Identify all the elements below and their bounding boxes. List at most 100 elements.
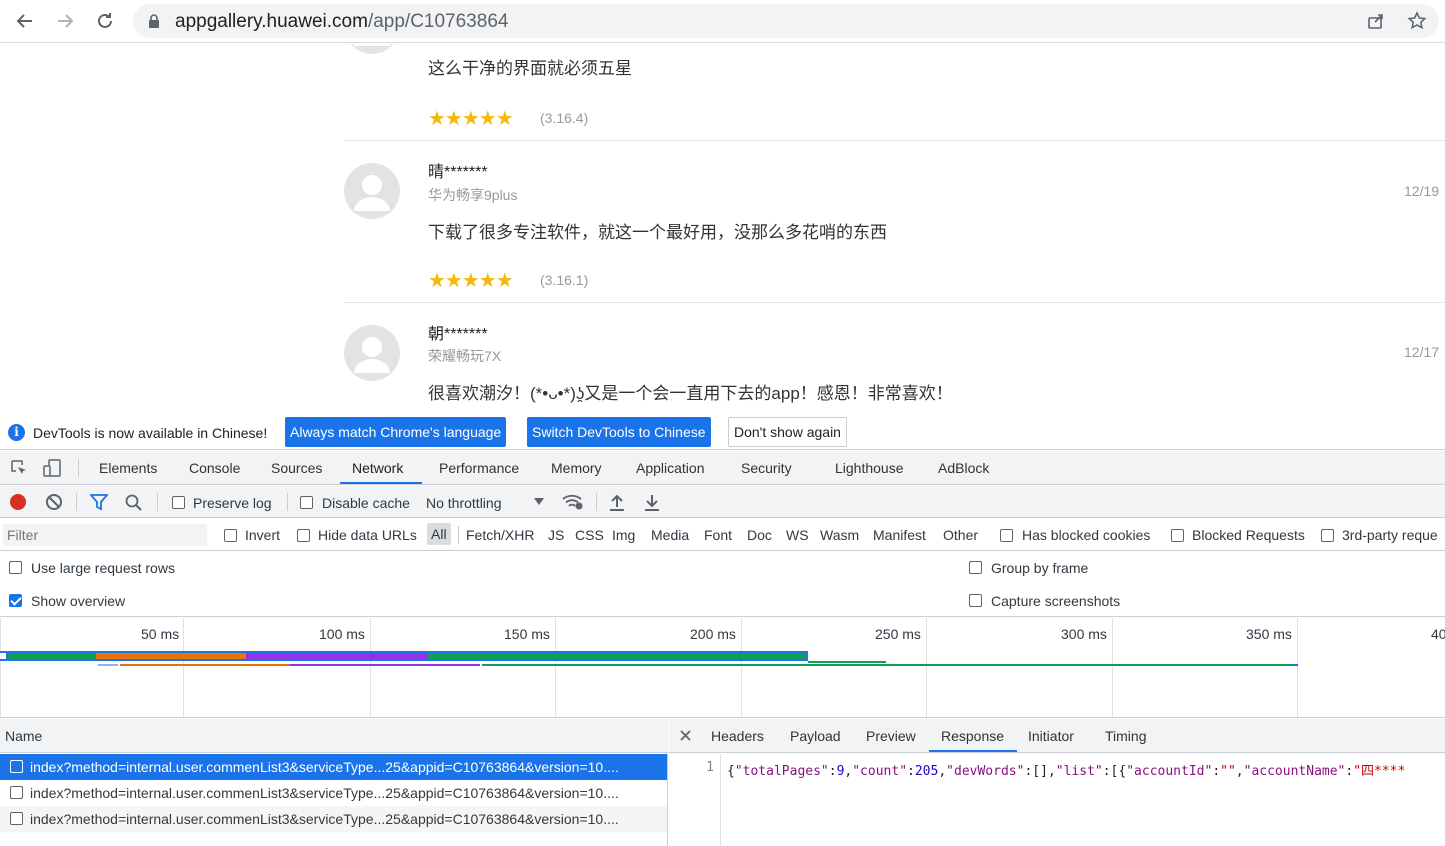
tab-security[interactable]: Security: [741, 460, 792, 476]
large-rows-label: Use large request rows: [31, 560, 175, 576]
group-by-frame-checkbox[interactable]: [969, 561, 982, 574]
reviewer-device: 荣耀畅玩7X: [428, 348, 502, 364]
avatar: [344, 325, 400, 381]
network-settings-pane: Use large request rows Show overview Gro…: [0, 552, 1445, 617]
gridline: [1112, 618, 1113, 717]
filter-icon[interactable]: [90, 494, 108, 511]
tab-sources[interactable]: Sources: [271, 460, 322, 476]
avatar: [344, 163, 400, 219]
active-tab-indicator: [929, 750, 1017, 752]
tab-memory[interactable]: Memory: [551, 460, 602, 476]
filter-type-other[interactable]: Other: [943, 527, 978, 543]
tab-lighthouse[interactable]: Lighthouse: [835, 460, 904, 476]
divider: [344, 140, 1445, 141]
dont-show-again-button[interactable]: Don't show again: [728, 417, 847, 447]
third-party-requests-checkbox[interactable]: [1321, 529, 1334, 542]
detail-tab-timing[interactable]: Timing: [1105, 728, 1147, 744]
invert-checkbox[interactable]: [224, 529, 237, 542]
detail-tab-preview[interactable]: Preview: [866, 728, 916, 744]
back-button[interactable]: [12, 8, 38, 34]
search-icon[interactable]: [125, 494, 143, 512]
review-date: 12/17: [1404, 344, 1440, 360]
app-version: (3.16.4): [540, 110, 589, 126]
forward-button[interactable]: [52, 8, 78, 34]
filter-type-font[interactable]: Font: [704, 527, 732, 543]
filter-type-js[interactable]: JS: [548, 527, 564, 543]
disable-cache-checkbox[interactable]: [300, 496, 313, 509]
large-rows-checkbox[interactable]: [9, 561, 22, 574]
switch-to-chinese-button[interactable]: Switch DevTools to Chinese: [527, 417, 711, 447]
review-item: 这么干净的界面就必须五星 ★★★★★ (3.16.4): [344, 44, 1445, 130]
request-row[interactable]: index?method=internal.user.commenList3&s…: [0, 806, 667, 832]
detail-tab-initiator[interactable]: Initiator: [1028, 728, 1074, 744]
waterfall-bar: [96, 653, 246, 659]
tick-label: 200 ms: [690, 626, 736, 642]
request-name: index?method=internal.user.commenList3&s…: [30, 759, 619, 775]
blocked-requests-checkbox[interactable]: [1171, 529, 1184, 542]
tab-performance[interactable]: Performance: [439, 460, 519, 476]
always-match-language-button[interactable]: Always match Chrome's language: [285, 417, 507, 447]
filter-type-fetch-xhr[interactable]: Fetch/XHR: [466, 527, 534, 543]
request-row[interactable]: index?method=internal.user.commenList3&s…: [0, 754, 667, 780]
filter-type-css[interactable]: CSS: [575, 527, 604, 543]
tab-adblock[interactable]: AdBlock: [938, 460, 989, 476]
inspect-element-icon[interactable]: [10, 459, 28, 477]
gridline: [0, 618, 1, 717]
has-blocked-cookies-checkbox[interactable]: [1000, 529, 1013, 542]
review-date: 12/19: [1404, 183, 1440, 199]
tab-application[interactable]: Application: [636, 460, 705, 476]
separator: [157, 493, 158, 511]
name-column-header[interactable]: Name: [5, 728, 42, 744]
separator: [596, 493, 597, 511]
address-bar[interactable]: appgallery.huawei.com/app/C10763864: [133, 4, 1439, 38]
filter-type-ws[interactable]: WS: [786, 527, 809, 543]
request-row[interactable]: index?method=internal.user.commenList3&s…: [0, 780, 667, 806]
filter-type-wasm[interactable]: Wasm: [820, 527, 859, 543]
detail-tab-response[interactable]: Response: [941, 728, 1004, 744]
url-text: appgallery.huawei.com/app/C10763864: [175, 11, 509, 32]
record-icon[interactable]: [9, 493, 27, 511]
throttling-select[interactable]: No throttling: [426, 495, 501, 511]
filter-type-img[interactable]: Img: [612, 527, 635, 543]
hide-data-urls-checkbox[interactable]: [297, 529, 310, 542]
response-body[interactable]: 1 {"totalPages":9,"count":205,"devWords"…: [669, 754, 1445, 846]
dropdown-arrow-icon: [534, 498, 544, 505]
reload-button[interactable]: [92, 8, 118, 34]
review-item: 朝******* 荣耀畅玩7X 12/17 很喜欢潮汐！(*•ᴗ•*)ʖ̯又是一…: [344, 312, 1445, 416]
preserve-log-checkbox[interactable]: [172, 496, 185, 509]
back-arrow-icon: [16, 14, 32, 28]
detail-tab-payload[interactable]: Payload: [790, 728, 841, 744]
third-party-requests-label: 3rd-party reque: [1342, 527, 1438, 543]
filter-type-doc[interactable]: Doc: [747, 527, 772, 543]
tab-network[interactable]: Network: [352, 460, 403, 476]
filter-type-manifest[interactable]: Manifest: [873, 527, 926, 543]
clear-icon[interactable]: [45, 493, 63, 511]
share-icon[interactable]: [1367, 12, 1385, 30]
separator: [287, 493, 288, 511]
show-overview-checkbox[interactable]: [9, 594, 22, 607]
devtools-panel: i DevTools is now available in Chinese! …: [0, 416, 1445, 846]
tick-label: 40: [1431, 626, 1445, 642]
filter-input[interactable]: [3, 524, 207, 546]
network-overview-timeline[interactable]: 50 ms 100 ms 150 ms 200 ms 250 ms 300 ms…: [0, 618, 1445, 718]
tab-console[interactable]: Console: [189, 460, 240, 476]
filter-type-media[interactable]: Media: [651, 527, 689, 543]
tick-label: 350 ms: [1246, 626, 1292, 642]
review-item: 晴******* 华为畅享9plus 12/19 下载了很多专注软件，就这一个最…: [344, 150, 1445, 300]
waterfall-bar: [8, 653, 96, 659]
close-icon[interactable]: [680, 730, 691, 741]
capture-screenshots-checkbox[interactable]: [969, 594, 982, 607]
disable-cache-label: Disable cache: [322, 495, 410, 511]
network-conditions-icon[interactable]: [562, 493, 584, 511]
import-har-icon[interactable]: [609, 493, 625, 511]
detail-tab-headers[interactable]: Headers: [711, 728, 764, 744]
waterfall-bar: [428, 653, 806, 659]
device-toolbar-icon[interactable]: [42, 458, 62, 478]
filter-type-all[interactable]: All: [427, 523, 451, 545]
export-har-icon[interactable]: [644, 493, 660, 511]
network-toolbar: Preserve log Disable cache No throttling: [0, 486, 1445, 518]
capture-screenshots-label: Capture screenshots: [991, 593, 1121, 609]
tick-label: 50 ms: [141, 626, 180, 642]
tab-elements[interactable]: Elements: [99, 460, 157, 476]
bookmark-star-icon[interactable]: [1407, 11, 1427, 31]
